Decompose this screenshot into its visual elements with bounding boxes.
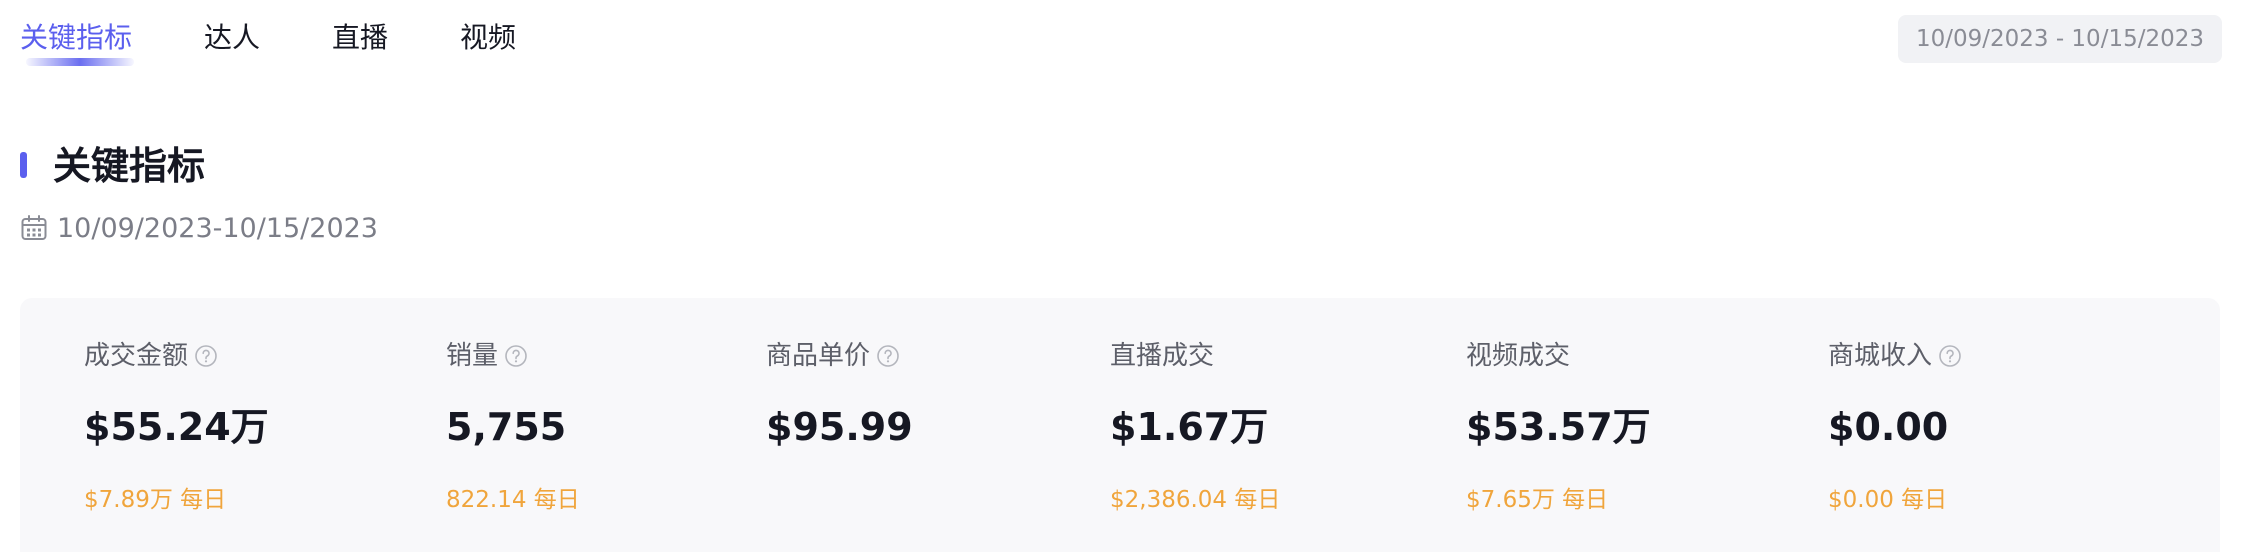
section-title: 关键指标	[53, 144, 206, 188]
metric-label-row: 视频成交	[1466, 336, 1570, 376]
metric-daily-average: $0.00 每日	[1828, 487, 1948, 513]
metric-value: $53.57万	[1466, 405, 1651, 449]
help-icon[interactable]	[504, 344, 528, 368]
section-date-range: 10/09/2023-10/15/2023	[20, 210, 378, 246]
metric-daily-average: $2,386.04 每日	[1110, 487, 1281, 513]
tab-label: 直播	[332, 21, 389, 54]
help-icon[interactable]	[876, 344, 900, 368]
metric-label-row: 销量	[446, 336, 528, 376]
metric-value: $0.00	[1828, 405, 1949, 449]
metric-value: $1.67万	[1110, 405, 1269, 449]
tab-live[interactable]: 直播	[332, 14, 388, 62]
metric-daily-average: 822.14 每日	[446, 487, 580, 513]
metric-label-row: 直播成交	[1110, 336, 1214, 376]
metrics-card: 成交金额 $55.24万 $7.89万 每日 销量 5,755 822.14 每…	[20, 298, 2220, 552]
tab-bar: 关键指标 达人 直播 视频	[20, 14, 588, 74]
metric-label: 视频成交	[1466, 341, 1571, 371]
metric-label: 商品单价	[766, 341, 871, 371]
calendar-icon	[21, 215, 47, 240]
tab-label: 达人	[204, 21, 261, 54]
tab-label: 视频	[460, 21, 517, 54]
metric-label-row: 商城收入	[1828, 336, 1962, 376]
help-icon[interactable]	[194, 344, 218, 368]
date-range-picker[interactable]: 10/09/2023 - 10/15/2023	[1897, 15, 2222, 63]
tab-video[interactable]: 视频	[460, 14, 516, 62]
date-range-text: 10/09/2023-10/15/2023	[57, 212, 378, 244]
metric-daily-average: $7.89万 每日	[84, 487, 227, 513]
page: 关键指标 达人 直播 视频 10/09/2023 - 10/15/2023 关键…	[0, 0, 2242, 552]
tab-label: 关键指标	[20, 21, 133, 54]
metric-label: 销量	[446, 341, 499, 371]
metric-value: $95.99	[766, 405, 913, 449]
metric-value: $55.24万	[84, 405, 269, 449]
help-icon[interactable]	[1938, 344, 1962, 368]
metric-label: 直播成交	[1110, 341, 1215, 371]
tab-key-metrics[interactable]: 关键指标	[20, 14, 135, 66]
metric-label-row: 成交金额	[84, 336, 218, 376]
section-accent-bar	[20, 152, 27, 178]
metric-label-row: 商品单价	[766, 336, 900, 376]
metric-value: 5,755	[446, 405, 567, 449]
metric-daily-average: $7.65万 每日	[1466, 487, 1609, 513]
tab-creators[interactable]: 达人	[204, 14, 260, 62]
active-tab-indicator	[26, 58, 135, 66]
metric-label: 商城收入	[1828, 341, 1933, 371]
metric-label: 成交金额	[84, 341, 189, 371]
